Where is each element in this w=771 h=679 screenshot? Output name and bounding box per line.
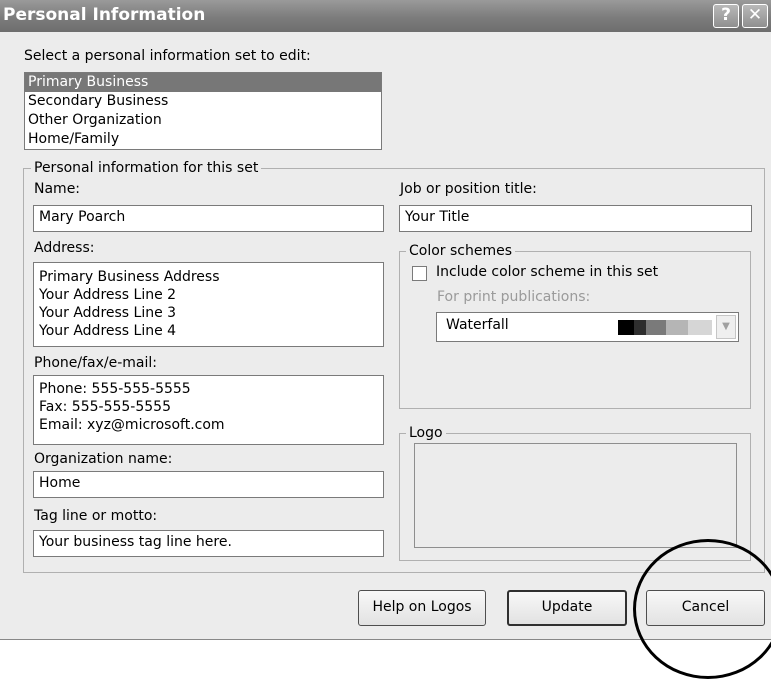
cancel-button[interactable]: Cancel [646,590,765,626]
address-line: Your Address Line 2 [39,287,177,303]
chevron-down-icon[interactable]: ▼ [716,315,736,339]
personal-info-legend: Personal information for this set [31,159,262,177]
contact-line: Phone: 555-555-5555 [39,381,191,397]
color-swatch [646,320,666,335]
address-label: Address: [34,240,95,256]
address-field[interactable]: Primary Business Address Your Address Li… [33,262,384,347]
contact-field[interactable]: Phone: 555-555-5555 Fax: 555-555-5555 Em… [33,375,384,445]
contact-line: Email: xyz@microsoft.com [39,417,225,433]
window-title: Personal Information [3,5,206,25]
print-publications-label: For print publications: [437,289,591,305]
select-set-label: Select a personal information set to edi… [24,48,311,64]
close-icon[interactable]: ✕ [742,4,768,28]
tagline-label: Tag line or motto: [34,508,158,524]
title-bar: Personal Information ? ✕ [0,0,771,32]
color-swatch [618,320,634,335]
address-line: Your Address Line 4 [39,323,177,339]
color-swatch [666,320,688,335]
include-color-scheme-checkbox[interactable] [412,266,427,281]
logo-legend: Logo [406,424,446,442]
address-line: Primary Business Address [39,269,220,285]
list-item[interactable]: Other Organization [25,111,381,130]
contact-line: Fax: 555-555-5555 [39,399,171,415]
personal-information-dialog: Personal Information ? ✕ Select a person… [0,0,771,640]
list-item[interactable]: Home/Family [25,130,381,149]
color-swatch [688,320,712,335]
job-title-label: Job or position title: [400,181,537,197]
color-scheme-dropdown[interactable]: Waterfall ▼ [436,312,739,342]
address-line: Your Address Line 3 [39,305,177,321]
organization-label: Organization name: [34,451,173,467]
tagline-field[interactable]: Your business tag line here. [33,530,384,557]
color-scheme-value: Waterfall [446,317,509,333]
help-icon[interactable]: ? [713,4,739,28]
logo-preview[interactable] [414,443,737,548]
name-label: Name: [34,181,81,197]
contact-label: Phone/fax/e-mail: [34,355,157,371]
name-field[interactable]: Mary Poarch [33,205,384,232]
list-item[interactable]: Primary Business [25,73,381,92]
job-title-field[interactable]: Your Title [399,205,752,232]
include-color-scheme-label: Include color scheme in this set [436,264,659,280]
help-on-logos-button[interactable]: Help on Logos [358,590,486,626]
update-button[interactable]: Update [507,590,627,626]
color-swatch [634,320,646,335]
color-schemes-legend: Color schemes [406,242,516,260]
organization-field[interactable]: Home [33,471,384,498]
info-set-listbox[interactable]: Primary Business Secondary Business Othe… [24,72,382,150]
list-item[interactable]: Secondary Business [25,92,381,111]
